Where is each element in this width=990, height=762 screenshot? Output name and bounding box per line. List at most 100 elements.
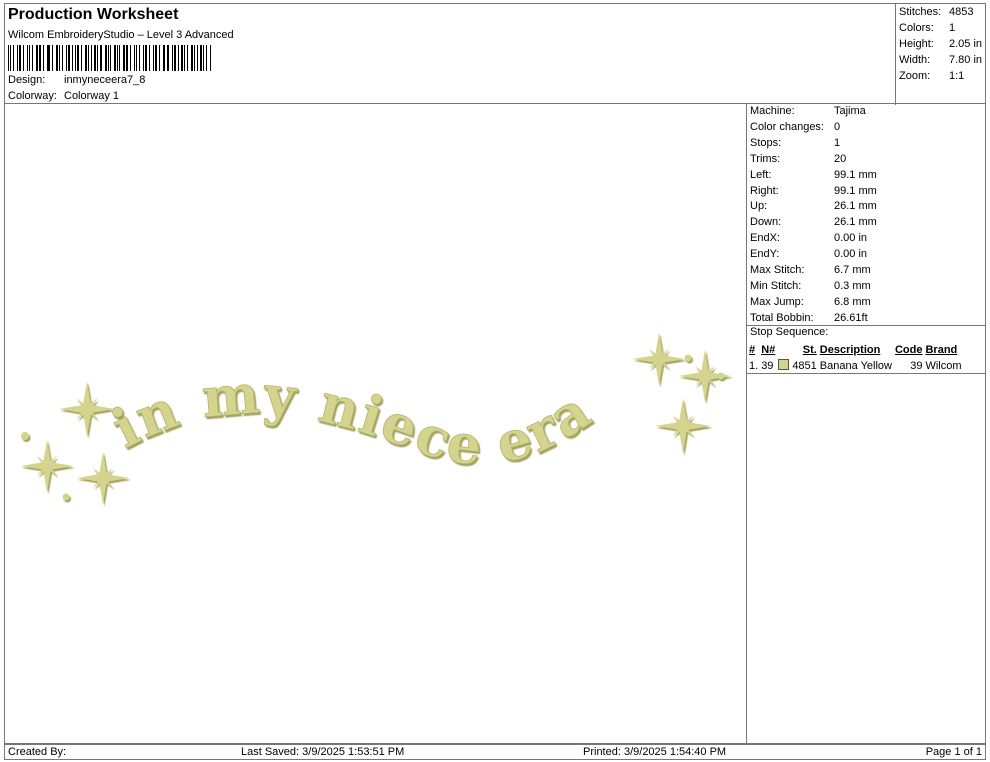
property-value: 26.1 mm [834,216,877,229]
star-icon [655,398,711,454]
property-label: Trims: [750,152,781,165]
property-row: Max Stitch: 6.7 mm [750,264,871,276]
property-row: Machine: Tajima [750,105,866,117]
col-brand: Brand [925,344,958,356]
barcode-bar [158,45,160,71]
property-value: 0.00 in [834,232,868,245]
row-code: 39 [910,359,923,372]
property-label: EndY: [750,248,780,261]
color-swatch [778,359,790,370]
barcode-bar [38,45,41,71]
barcode-bar [190,45,193,71]
barcode-bar [152,45,155,71]
barcode-bar [87,45,89,71]
colors-label: Colors: [899,22,934,34]
property-value: 99.1 mm [834,184,877,197]
barcode-bar [126,45,128,71]
property-row: Total Bobbin: 26.61ft [750,312,868,324]
property-row: EndY: 0.00 in [750,248,867,260]
table-row: 1. 39 4851 Banana Yellow 39 Wilcom [749,358,965,373]
design-text-path: in my niece era [101,361,601,478]
software-name: Wilcom EmbroideryStudio – Level 3 Advanc… [8,29,234,41]
barcode-bar [139,45,140,71]
barcode-bar [17,45,18,71]
barcode-bar [29,45,31,71]
width-label: Width: [899,54,931,66]
barcode-bar [202,45,204,71]
property-row: Up: 26.1 mm [750,200,877,212]
barcode-bar [210,45,211,71]
barcode-bar [51,45,53,71]
width-value: 7.80 in [949,54,983,66]
barcode-bar [13,45,15,71]
barcode-bar [116,45,118,71]
property-value: 0.00 in [834,248,868,261]
barcode-bar [200,45,202,71]
colors-value: 1 [949,22,956,34]
col-code: Code [894,344,923,356]
property-row: Right: 99.1 mm [750,185,877,197]
barcode-bar [133,45,135,71]
property-row: Min Stitch: 0.3 mm [750,280,871,292]
property-value: Tajima [834,105,866,117]
barcode-image [8,45,212,71]
property-value: 0 [834,120,841,133]
property-label: Total Bobbin: [750,311,814,324]
design-value: inmyneceera7_8 [64,74,146,86]
stop-sequence-table: # N# St. Description Code Brand 1. 39 48… [749,342,965,373]
barcode-bar [104,45,107,71]
barcode-bar [90,45,92,71]
barcode-bar [129,45,131,71]
barcode-bar [177,45,179,71]
star-icon [76,451,130,505]
barcode-bar [36,45,38,71]
barcode-bar [55,45,59,71]
printed-date: Printed: 3/9/2025 1:54:40 PM [583,746,727,758]
barcode-bar [114,45,116,71]
page-number: Page 1 of 1 [925,746,982,758]
table-header-row: # N# St. Description Code Brand [749,342,965,358]
barcode-bar [167,45,170,71]
property-label: Min Stitch: [750,279,802,292]
barcode-bar [71,45,73,71]
colorway-row: Colorway: Colorway 1 [8,90,119,102]
property-value: 26.1 mm [834,200,877,213]
barcode-bar [172,45,174,71]
properties-panel: Machine: Tajima Color changes: 0 Stops: 1 Trim… [746,104,986,744]
barcode-bar [81,45,83,71]
barcode-bar [107,45,109,71]
stitches-value: 4853 [949,6,974,18]
property-value: 26.61ft [834,311,868,324]
property-label: Stops: [750,136,782,149]
barcode-bar [99,45,102,71]
property-label: Left: [750,168,772,181]
stitches-label: Stitches: [899,6,942,18]
property-label: Machine: [750,105,795,117]
barcode-bar [142,45,144,71]
row-index: 1. [749,359,759,372]
barcode-bar [183,45,185,71]
last-saved: Last Saved: 3/9/2025 1:53:51 PM [241,746,405,758]
zoom-value: 1:1 [949,70,965,82]
worksheet-footer: Created By: Last Saved: 3/9/2025 1:53:51… [4,744,986,760]
property-label: Down: [750,216,782,229]
property-row: Stops: 1 [750,137,840,149]
height-label: Height: [899,38,934,50]
star-icon [20,439,74,493]
property-row: Color changes: 0 [750,121,840,133]
barcode-bar [196,45,198,71]
star-icon [632,332,686,386]
design-text: in my niece era [102,361,603,478]
divider [747,373,985,374]
barcode-bar [148,45,150,71]
embroidery-design: in my niece era [20,332,732,505]
barcode-bar [65,45,68,71]
zoom-label: Zoom: [899,70,931,82]
barcode-bar [59,45,60,71]
property-value: 99.1 mm [834,168,877,181]
barcode-bar [9,45,12,71]
barcode-bar [123,45,126,71]
property-label: EndX: [750,232,780,245]
property-row: Max Jump: 6.8 mm [750,296,871,308]
barcode-bar [144,45,147,71]
